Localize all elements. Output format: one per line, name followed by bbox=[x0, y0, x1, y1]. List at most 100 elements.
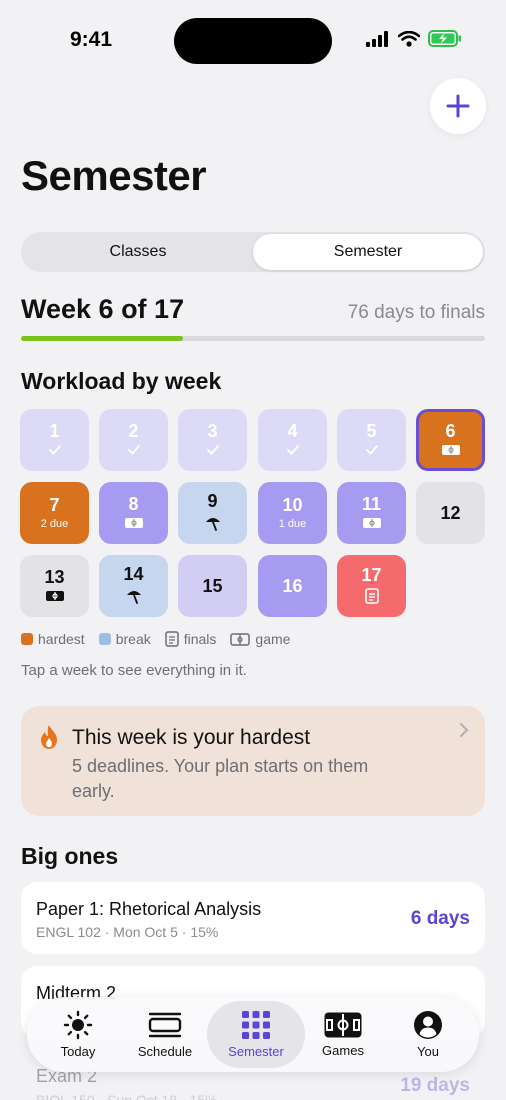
signal-icon bbox=[366, 30, 388, 47]
deadline-meta: ENGL 102 · Mon Oct 5 · 15% bbox=[36, 924, 219, 940]
check-icon bbox=[206, 444, 219, 455]
grid-icon bbox=[242, 1011, 270, 1039]
week-icon bbox=[362, 517, 382, 533]
check-icon bbox=[127, 444, 140, 455]
week-cell-5[interactable]: 5 bbox=[337, 409, 406, 471]
week-due-count: 1 due bbox=[278, 518, 307, 530]
segment-semester[interactable]: Semester bbox=[253, 234, 483, 270]
hardest-week-card[interactable]: This week is your hardest 5 deadlines. Y… bbox=[21, 706, 485, 816]
finals-icon bbox=[164, 631, 179, 647]
week-icon bbox=[441, 444, 461, 460]
week-number: 14 bbox=[123, 563, 144, 584]
week-cell-3[interactable]: 3 bbox=[178, 409, 247, 471]
legend-game-label: game bbox=[255, 631, 291, 647]
week-cell-2[interactable]: 2 bbox=[99, 409, 168, 471]
field-icon bbox=[324, 1012, 362, 1038]
week-cell-10[interactable]: 10 1 due bbox=[258, 482, 327, 544]
status-bar: 9:41 bbox=[0, 0, 506, 80]
flame-icon bbox=[41, 725, 57, 749]
week-number: 16 bbox=[282, 576, 303, 596]
finals-icon bbox=[364, 587, 379, 604]
segmented-control: Classes Semester bbox=[21, 232, 485, 272]
week-cell-6[interactable]: 6 bbox=[416, 409, 485, 471]
alert-body: 5 deadlines. Your plan starts on them ea… bbox=[72, 756, 369, 801]
check-icon bbox=[365, 444, 378, 455]
field-icon bbox=[124, 517, 143, 528]
schedule-icon bbox=[148, 1012, 182, 1038]
deadline-card[interactable]: Paper 1: Rhetorical Analysis ENGL 102 · … bbox=[21, 882, 485, 954]
field-icon bbox=[230, 632, 251, 646]
week-number: 2 bbox=[128, 420, 139, 441]
legend-game: game bbox=[230, 631, 290, 647]
week-cell-8[interactable]: 8 bbox=[99, 482, 168, 544]
week-icon bbox=[48, 444, 62, 460]
week-number: 6 bbox=[445, 420, 456, 441]
week-icon bbox=[364, 587, 379, 608]
week-cell-11[interactable]: 11 bbox=[337, 482, 406, 544]
week-number: 12 bbox=[440, 503, 461, 523]
tab-games[interactable]: Games bbox=[294, 1001, 392, 1068]
week-title: Week 6 of 17 bbox=[21, 294, 185, 324]
tab-you[interactable]: You bbox=[379, 1001, 477, 1068]
tab-label: You bbox=[417, 1044, 439, 1059]
check-icon bbox=[286, 444, 299, 455]
status-icons bbox=[366, 30, 462, 47]
week-cell-13[interactable]: 13 bbox=[20, 555, 89, 617]
legend-hardest-label: hardest bbox=[38, 631, 85, 647]
week-cell-17[interactable]: 17 bbox=[337, 555, 406, 617]
week-number: 11 bbox=[361, 493, 382, 514]
week-icon bbox=[286, 444, 300, 460]
week-number: 13 bbox=[44, 566, 65, 587]
tab-semester[interactable]: Semester bbox=[207, 1001, 305, 1068]
tab-schedule[interactable]: Schedule bbox=[116, 1001, 214, 1068]
add-button[interactable] bbox=[430, 78, 486, 134]
week-number: 15 bbox=[202, 576, 223, 596]
check-icon bbox=[48, 444, 61, 455]
plus-icon bbox=[446, 94, 470, 118]
field-icon bbox=[441, 444, 460, 455]
week-cell-12[interactable]: 12 bbox=[416, 482, 485, 544]
break-swatch bbox=[98, 633, 111, 645]
week-cell-9[interactable]: 9 bbox=[178, 482, 247, 544]
tab-bar: Today Schedule Semester Games You bbox=[27, 997, 479, 1072]
week-number: 1 bbox=[49, 420, 60, 441]
week-cell-16[interactable]: 16 bbox=[258, 555, 327, 617]
tab-label: Games bbox=[322, 1043, 364, 1058]
sun-icon bbox=[63, 1010, 93, 1040]
week-cell-7[interactable]: 7 2 due bbox=[20, 482, 89, 544]
semester-progress-bar bbox=[21, 336, 485, 341]
week-number: 8 bbox=[128, 493, 139, 514]
hint-text: Tap a week to see everything in it. bbox=[21, 662, 247, 679]
week-number: 5 bbox=[366, 420, 377, 441]
week-number: 4 bbox=[287, 420, 298, 441]
status-time: 9:41 bbox=[70, 28, 113, 51]
deadline-title: Paper 1: Rhetorical Analysis bbox=[36, 899, 262, 919]
field-icon bbox=[45, 590, 64, 601]
week-cell-1[interactable]: 1 bbox=[20, 409, 89, 471]
semester-progress-fill bbox=[21, 336, 184, 341]
tab-label: Semester bbox=[228, 1044, 284, 1059]
wifi-icon bbox=[398, 30, 420, 47]
page-title: Semester bbox=[21, 152, 207, 199]
hardest-swatch bbox=[21, 633, 33, 645]
legend-break: break bbox=[98, 631, 151, 647]
tab-label: Schedule bbox=[137, 1044, 193, 1059]
week-cell-4[interactable]: 4 bbox=[258, 409, 327, 471]
battery-icon bbox=[428, 30, 461, 47]
days-to-finals: 76 days to finals bbox=[347, 302, 485, 323]
deadline-days: 6 days bbox=[410, 908, 470, 929]
person-icon bbox=[414, 1011, 442, 1039]
umbrella-icon bbox=[205, 517, 220, 531]
segment-classes[interactable]: Classes bbox=[23, 234, 253, 270]
deadline-days: 19 days bbox=[400, 1075, 470, 1096]
week-number: 7 bbox=[49, 495, 60, 515]
legend: hardest break finals game bbox=[21, 631, 290, 647]
week-cell-15[interactable]: 15 bbox=[178, 555, 247, 617]
deadline-meta: BIOL 150 · Sun Oct 18 · 15% bbox=[36, 1092, 218, 1100]
tab-today[interactable]: Today bbox=[29, 1001, 127, 1068]
chevron-right-icon bbox=[460, 723, 469, 737]
legend-finals: finals bbox=[164, 631, 217, 647]
legend-finals-label: finals bbox=[183, 631, 217, 647]
week-cell-14[interactable]: 14 bbox=[99, 555, 168, 617]
week-icon bbox=[204, 514, 222, 536]
